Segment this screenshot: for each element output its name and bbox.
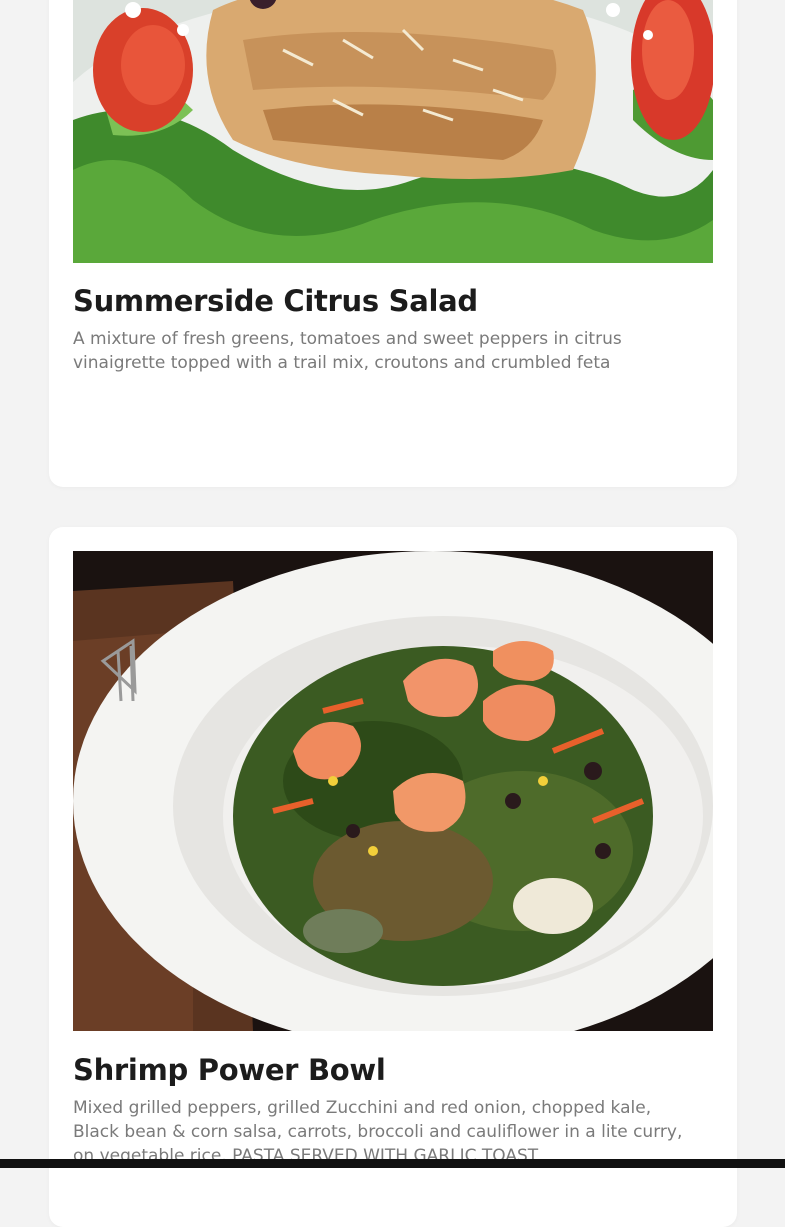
menu-item-description: Mixed grilled peppers, grilled Zucchini … [73,1098,683,1166]
menu-item-card[interactable]: Shrimp Power Bowl Mixed grilled peppers,… [49,527,737,1227]
bottom-bar [0,1159,785,1168]
shrimp-bowl-photo [73,551,713,1031]
salad-photo [73,0,713,263]
menu-item-title: Shrimp Power Bowl [73,1053,386,1087]
menu-item-description: A mixture of fresh greens, tomatoes and … [73,329,622,373]
menu-item-card[interactable]: Summerside Citrus Salad A mixture of fre… [49,0,737,487]
menu-item-title: Summerside Citrus Salad [73,284,478,318]
